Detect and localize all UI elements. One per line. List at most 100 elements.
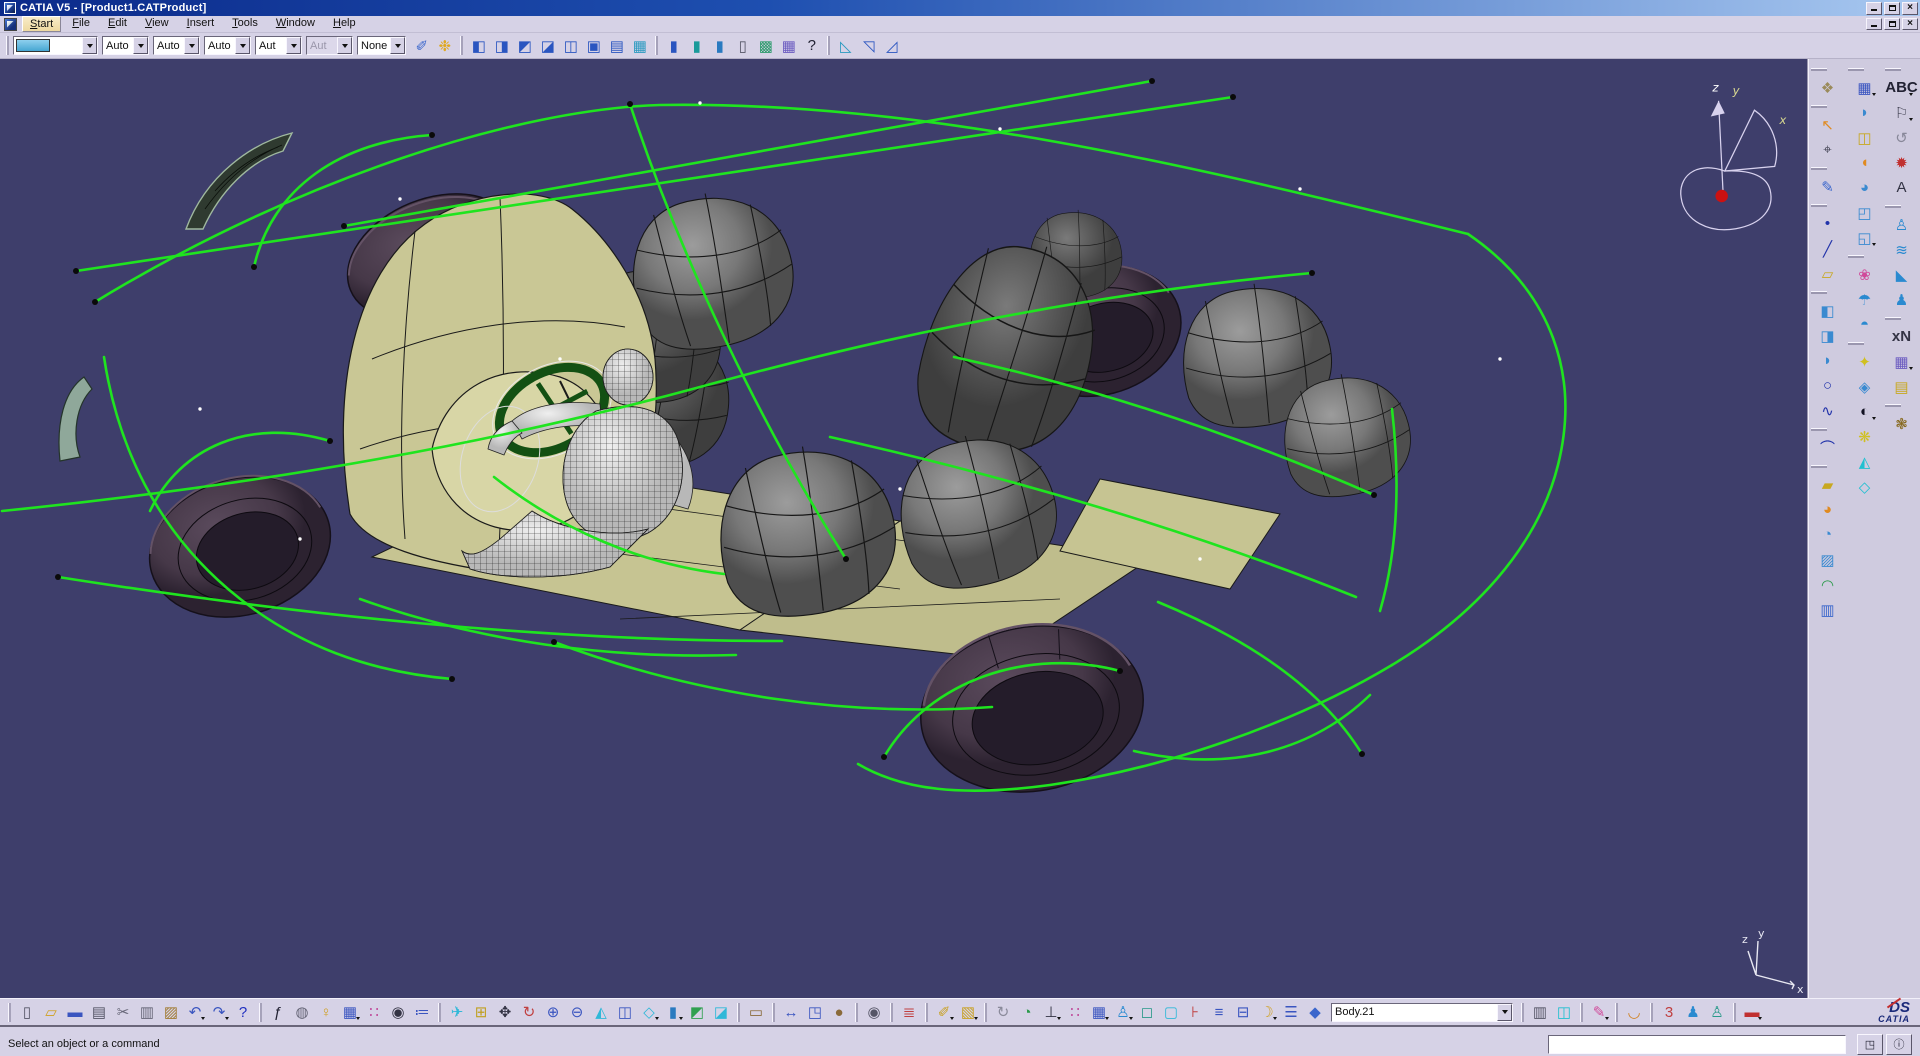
grid-tool-icon[interactable]: ▥ (1528, 1000, 1552, 1024)
manikin-icon[interactable]: ♙ (1889, 212, 1915, 237)
dropdown-arrow-icon[interactable] (655, 1017, 659, 1022)
point-icon[interactable]: • (1815, 211, 1841, 236)
insect-robot-icon[interactable]: ❃ (1889, 411, 1915, 436)
menu-view[interactable]: View (138, 16, 176, 32)
copy-icon[interactable]: ▥ (135, 1000, 159, 1024)
rotate-icon[interactable]: ↻ (517, 1000, 541, 1024)
fill-surface-icon[interactable]: ◖ (1852, 150, 1878, 175)
join-surfaces-icon[interactable]: ▰ (1815, 472, 1841, 497)
bottom-view-icon[interactable]: ▤ (605, 34, 628, 57)
dropdown-arrow-icon[interactable] (1057, 1017, 1061, 1022)
distance-analysis-icon[interactable]: ✦ (1852, 349, 1878, 374)
untrim-icon[interactable]: ▨ (1815, 547, 1841, 572)
check-rule-icon[interactable]: ≔ (410, 1000, 434, 1024)
dropdown-arrow-icon[interactable] (225, 1017, 229, 1022)
relations-icon[interactable]: ∷ (362, 1000, 386, 1024)
cutting-plane-analysis-icon[interactable]: ◇ (1852, 474, 1878, 499)
swap-visible-space-icon[interactable]: ◪ (709, 1000, 733, 1024)
toolbar-drag-handle[interactable] (1811, 465, 1827, 468)
print-icon[interactable]: ▤ (87, 1000, 111, 1024)
tree-expand-icon[interactable]: ⊟ (1231, 1000, 1255, 1024)
isophote-mapping-icon[interactable]: ◓ (1852, 312, 1878, 337)
dropdown-arrow-icon[interactable] (1909, 93, 1913, 98)
toolbar-drag-handle[interactable] (655, 36, 658, 55)
hide-show-icon[interactable]: ◩ (685, 1000, 709, 1024)
zoom-out-icon[interactable]: ⊖ (565, 1000, 589, 1024)
menu-tools[interactable]: Tools (225, 16, 265, 32)
stamp-icon[interactable]: ✹ (1889, 150, 1915, 175)
break-surface-icon[interactable]: ◱ (1852, 225, 1878, 250)
chevron-down-icon[interactable] (184, 37, 199, 54)
new-document-icon[interactable]: ▯ (15, 1000, 39, 1024)
chevron-down-icon[interactable] (82, 37, 97, 54)
revolve-surface-icon[interactable]: ◗ (1815, 348, 1841, 373)
design-table-icon[interactable]: ▦ (338, 1000, 362, 1024)
menu-start[interactable]: Start (22, 16, 61, 32)
toolbar-drag-handle[interactable] (1811, 291, 1827, 294)
toolbar-drag-handle[interactable] (1885, 317, 1901, 320)
chevron-down-icon[interactable] (390, 37, 405, 54)
eraser-icon[interactable]: ▬ (1740, 1000, 1764, 1024)
control-mesh-icon[interactable]: ☂ (1852, 287, 1878, 312)
menu-file[interactable]: File (65, 16, 97, 32)
toolbar-drag-handle[interactable] (772, 1003, 775, 1022)
datum-copy-icon[interactable]: ▤ (1889, 374, 1915, 399)
whats-this-icon[interactable]: ? (231, 1000, 255, 1024)
split-trim-icon[interactable]: ▥ (1815, 597, 1841, 622)
multi-view-icon[interactable]: ◫ (613, 1000, 637, 1024)
toolbar-drag-handle[interactable] (1811, 428, 1827, 431)
dropdown-arrow-icon[interactable] (974, 1017, 978, 1022)
rotate-tool-icon[interactable]: ↺ (1889, 125, 1915, 150)
restore-button[interactable] (1884, 18, 1900, 30)
save-icon[interactable]: ▬ (63, 1000, 87, 1024)
shading-edges-icon[interactable]: ▮ (685, 34, 708, 57)
chevron-down-icon[interactable] (235, 37, 250, 54)
dropdown-arrow-icon[interactable] (201, 1017, 205, 1022)
info-button[interactable]: ⓘ (1886, 1034, 1912, 1055)
manikin-tool-icon[interactable]: ♙ (1111, 1000, 1135, 1024)
net-surface-icon[interactable]: ◔ (1815, 522, 1841, 547)
plane-icon[interactable]: ▱ (1815, 261, 1841, 286)
toolbar-drag-handle[interactable] (737, 1003, 740, 1022)
dropdown-arrow-icon[interactable] (679, 1017, 683, 1022)
blend-surface-icon[interactable]: ◕ (1852, 175, 1878, 200)
back-view-icon[interactable]: ◩ (513, 34, 536, 57)
toolbar-drag-handle[interactable] (1811, 68, 1827, 71)
conic-curve-icon[interactable]: ⌒ (1815, 435, 1841, 460)
select-icon[interactable]: ↖ (1815, 112, 1841, 137)
extend-surface-icon[interactable]: ◰ (1852, 200, 1878, 225)
layer-combo[interactable]: None (357, 36, 406, 55)
symmetry-icon[interactable]: ❀ (1852, 262, 1878, 287)
shading-icon[interactable]: ▮ (662, 34, 685, 57)
undo-icon[interactable]: ↶ (183, 1000, 207, 1024)
open-icon[interactable]: ▱ (39, 1000, 63, 1024)
isometric-view-icon[interactable]: ◇ (637, 1000, 661, 1024)
toolbar-drag-handle[interactable] (855, 1003, 858, 1022)
match-surface-icon[interactable]: ◗ (1852, 100, 1878, 125)
styling-fillet-icon[interactable]: ◕ (1815, 497, 1841, 522)
ground-icon[interactable]: ▭ (744, 1000, 768, 1024)
highlight-lines-icon[interactable]: ❋ (1852, 424, 1878, 449)
pan-icon[interactable]: ✥ (493, 1000, 517, 1024)
snap-icon[interactable]: ⊦ (1183, 1000, 1207, 1024)
dropdown-arrow-icon[interactable] (356, 1017, 360, 1022)
flag-note-icon[interactable]: ⚐ (1889, 100, 1915, 125)
dropdown-arrow-icon[interactable] (1758, 1017, 1762, 1022)
toolbar-drag-handle[interactable] (1848, 342, 1864, 345)
comment-icon[interactable]: ◍ (290, 1000, 314, 1024)
reflection-lines-icon[interactable]: ◭ (1852, 449, 1878, 474)
chevron-down-icon[interactable] (337, 37, 352, 54)
lock-icon[interactable]: ◉ (386, 1000, 410, 1024)
toolbar-drag-handle[interactable] (8, 1003, 11, 1022)
thickness-combo[interactable]: Auto (204, 36, 251, 55)
scale-planes-icon[interactable]: ≣ (897, 1000, 921, 1024)
cut-icon[interactable]: ✂ (111, 1000, 135, 1024)
parameter-icon[interactable]: ♀ (314, 1000, 338, 1024)
text-with-leader-icon[interactable]: A (1889, 175, 1915, 200)
dropdown-arrow-icon[interactable] (1909, 367, 1913, 372)
repeat-xn-icon[interactable]: xN (1889, 324, 1915, 349)
shading-hidden-edges-icon[interactable]: ▮ (708, 34, 731, 57)
dropdown-arrow-icon[interactable] (1105, 1017, 1109, 1022)
manikin-group-icon[interactable]: ♟ (1681, 1000, 1705, 1024)
toolbar-drag-handle[interactable] (1885, 404, 1901, 407)
